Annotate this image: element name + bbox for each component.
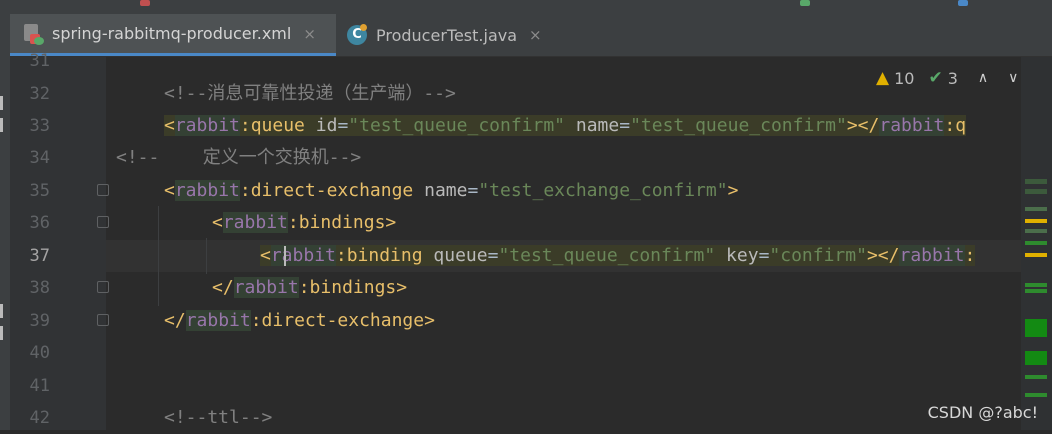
toolbar-icon[interactable] xyxy=(958,0,968,6)
stripe-mark[interactable] xyxy=(1025,189,1047,194)
stripe-mark[interactable] xyxy=(1025,253,1047,257)
line-number: 35 xyxy=(29,181,50,201)
stripe-mark[interactable] xyxy=(1025,179,1047,184)
stripe-mark[interactable] xyxy=(1025,319,1047,337)
toolbar-strip xyxy=(0,0,1052,14)
line-number: 36 xyxy=(29,213,50,233)
line-number: 41 xyxy=(29,376,50,396)
tab-label: spring-rabbitmq-producer.xml xyxy=(52,24,292,43)
code-line[interactable]: <!--ttl--> xyxy=(164,402,272,434)
toolbar-icon[interactable] xyxy=(800,0,810,6)
line-number: 38 xyxy=(29,278,50,298)
line-number: 42 xyxy=(29,408,50,428)
next-highlight-button[interactable]: ∨ xyxy=(1008,70,1018,86)
fold-marker[interactable] xyxy=(97,314,109,326)
stripe-mark[interactable] xyxy=(1025,283,1047,287)
inspection-widget[interactable]: ▲ 10 ✔ 3 ∧ ∨ xyxy=(876,64,1018,92)
stripe-mark[interactable] xyxy=(1025,207,1047,211)
stripe-mark[interactable] xyxy=(1025,351,1047,365)
stripe-mark[interactable] xyxy=(1025,241,1047,245)
tab-label: ProducerTest.java xyxy=(376,25,518,45)
fold-marker[interactable] xyxy=(97,184,109,196)
fold-marker[interactable] xyxy=(97,216,109,228)
code-line[interactable]: <rabbit:direct-exchange name="test_excha… xyxy=(164,175,738,207)
text-caret xyxy=(284,246,286,266)
xml-file-icon xyxy=(22,23,44,45)
weak-warning-count: 3 xyxy=(947,68,958,88)
stripe-mark[interactable] xyxy=(1025,219,1047,223)
warning-count: 10 xyxy=(894,68,915,88)
stripe-mark[interactable] xyxy=(1025,393,1047,397)
check-icon: ✔ xyxy=(928,68,943,88)
code-line[interactable]: <!-- 定义一个交换机--> xyxy=(116,142,361,174)
stripe-mark[interactable] xyxy=(1025,229,1047,233)
code-line[interactable]: <rabbit:queue id="test_queue_confirm" na… xyxy=(164,110,967,142)
line-number: 33 xyxy=(29,116,50,136)
close-icon[interactable]: × xyxy=(303,25,316,43)
warning-icon: ▲ xyxy=(876,68,890,88)
stripe-mark[interactable] xyxy=(1025,375,1047,379)
toolbar-icon[interactable] xyxy=(140,0,150,6)
line-number: 39 xyxy=(29,311,50,331)
csdn-watermark: CSDN @?abc! xyxy=(927,403,1038,422)
stripe-mark[interactable] xyxy=(1025,289,1047,293)
line-number: 31 xyxy=(29,51,50,71)
code-line-current[interactable]: <rabbit:binding queue="test_queue_confir… xyxy=(260,240,976,272)
code-line[interactable]: </rabbit:direct-exchange> xyxy=(164,305,435,337)
line-number: 34 xyxy=(29,148,50,168)
java-class-icon: C xyxy=(346,24,368,46)
code-line[interactable]: <rabbit:bindings> xyxy=(212,207,396,239)
previous-highlight-button[interactable]: ∧ xyxy=(978,70,988,86)
code-line[interactable]: <!--消息可靠性投递（生产端）--> xyxy=(164,78,456,110)
error-stripe[interactable] xyxy=(1021,57,1052,430)
line-number: 40 xyxy=(29,343,50,363)
line-number: 32 xyxy=(29,84,50,104)
fold-marker[interactable] xyxy=(97,281,109,293)
close-icon[interactable]: × xyxy=(529,26,542,44)
line-number-current: 37 xyxy=(29,246,50,266)
code-line[interactable]: </rabbit:bindings> xyxy=(212,272,407,304)
